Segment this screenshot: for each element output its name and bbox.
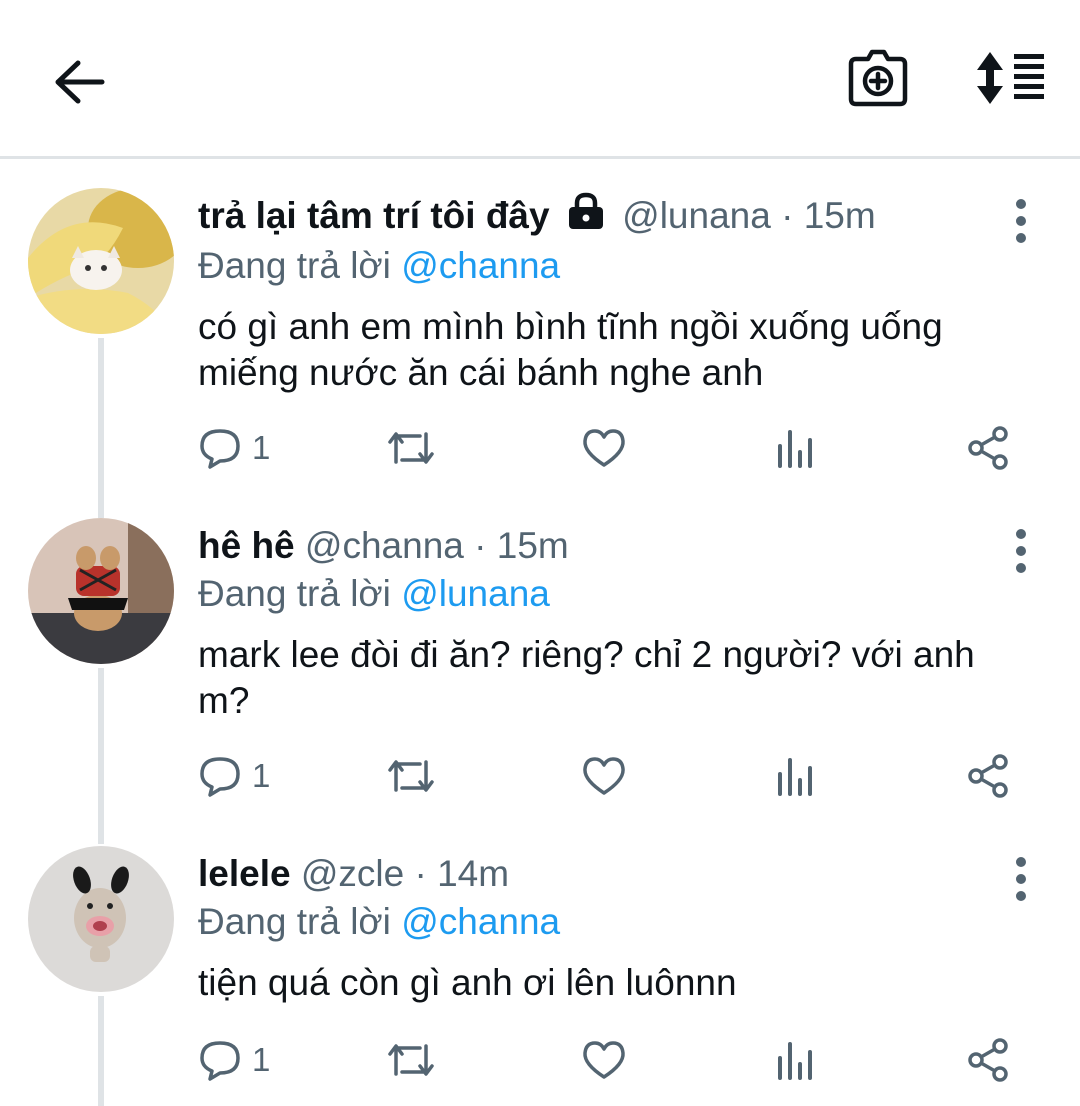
tweet[interactable]: lelele @zcle · 14m Đang trả lời @channa … [0,846,1080,1106]
tweet[interactable]: hê hê @channa · 15m Đang trả lời @lunana… [0,518,1080,844]
display-name[interactable]: lelele [198,853,291,894]
reply-mention-link[interactable]: @channa [401,901,560,942]
retweet-icon [388,432,434,464]
reply-button[interactable]: 1 [198,420,270,476]
tweet[interactable]: trả lại tâm trí tôi đây @lunana · 15m Đa… [0,188,1080,518]
analytics-button[interactable] [776,748,816,804]
lock-icon [566,192,606,242]
display-name[interactable]: hê hê [198,525,295,566]
analytics-button[interactable] [776,420,816,476]
reply-button[interactable]: 1 [198,1032,270,1088]
top-app-bar [0,0,1080,159]
share-icon [968,426,1008,470]
add-photo-button[interactable] [838,42,918,114]
like-button[interactable] [582,748,626,804]
more-vertical-icon [1016,529,1026,573]
retweet-button[interactable] [386,748,436,804]
more-vertical-icon [1016,199,1026,243]
tweet-text: có gì anh em mình bình tĩnh ngồi xuống u… [198,306,943,393]
more-options-button[interactable] [1006,196,1036,246]
heart-icon [583,429,625,467]
back-button[interactable] [44,46,116,118]
avatar[interactable] [28,846,174,992]
retweet-icon [388,1044,434,1076]
reply-mention-link[interactable]: @channa [401,245,560,286]
avatar[interactable] [28,188,174,334]
like-button[interactable] [582,1032,626,1088]
replying-to-label: Đang trả lời [198,573,391,614]
replying-to-label: Đang trả lời [198,901,391,942]
reply-count: 1 [252,757,271,794]
reply-icon [200,1041,240,1081]
more-vertical-icon [1016,857,1026,901]
separator-dot: · [414,853,427,894]
share-button[interactable] [966,1032,1010,1088]
analytics-button[interactable] [776,1032,816,1088]
retweet-icon [388,760,434,792]
replying-to-label: Đang trả lời [198,245,391,286]
separator-dot: · [474,525,487,566]
share-button[interactable] [966,420,1010,476]
timestamp[interactable]: 15m [804,195,876,236]
display-name[interactable]: trả lại tâm trí tôi đây [198,195,550,236]
heart-icon [583,1041,625,1079]
tweet-text: tiện quá còn gì anh ơi lên luônnn [198,962,737,1003]
tweet-actions: 1 [198,748,1028,804]
tweet-actions: 1 [198,1032,1028,1088]
sort-replies-button[interactable] [968,40,1056,116]
retweet-button[interactable] [386,1032,436,1088]
tweet-text: mark lee đòi đi ăn? riêng? chỉ 2 người? … [198,634,975,721]
camera-add-icon [848,49,908,107]
replying-to: Đang trả lời @channa [198,242,1010,290]
bar-chart-icon [778,1042,812,1080]
timestamp[interactable]: 14m [437,853,509,894]
share-button[interactable] [966,748,1010,804]
heart-icon [583,757,625,795]
avatar[interactable] [28,518,174,664]
reply-count: 1 [252,429,271,466]
like-button[interactable] [582,420,626,476]
reply-icon [200,429,240,469]
user-handle[interactable]: @channa [305,525,464,566]
timestamp[interactable]: 15m [497,525,569,566]
user-handle[interactable]: @lunana [622,195,771,236]
more-options-button[interactable] [1006,526,1036,576]
bar-chart-icon [778,430,812,468]
user-handle[interactable]: @zcle [301,853,404,894]
arrow-left-icon [55,60,105,104]
share-icon [968,1038,1008,1082]
replying-to: Đang trả lời @channa [198,898,1010,946]
replying-to: Đang trả lời @lunana [198,570,1010,618]
separator-dot: · [781,195,794,236]
more-options-button[interactable] [1006,854,1036,904]
retweet-button[interactable] [386,420,436,476]
reply-mention-link[interactable]: @lunana [401,573,550,614]
share-icon [968,754,1008,798]
reply-count: 1 [252,1041,271,1078]
bar-chart-icon [778,758,812,796]
reply-icon [200,757,240,797]
tweet-actions: 1 [198,420,1028,476]
sort-list-icon [977,52,1044,104]
reply-button[interactable]: 1 [198,748,270,804]
